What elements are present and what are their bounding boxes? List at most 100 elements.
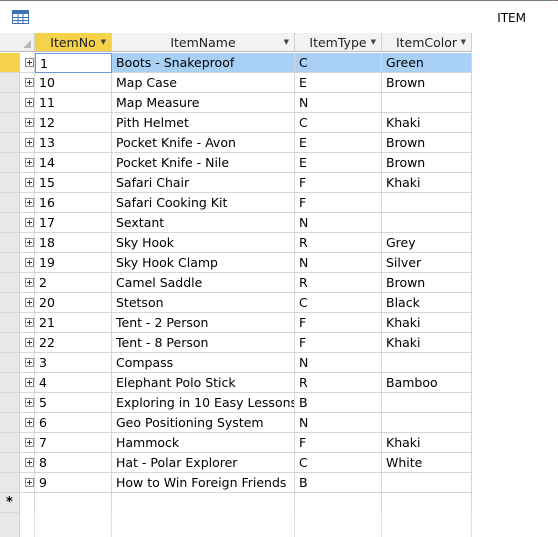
expand-plus-icon[interactable] xyxy=(25,118,34,127)
table-row[interactable]: 5 Exploring in 10 Easy Lessons B xyxy=(0,393,558,413)
cell-itemtype[interactable]: C xyxy=(295,293,382,313)
cell-itemno[interactable]: 12 xyxy=(35,113,112,133)
cell-itemcolor[interactable]: Silver xyxy=(382,253,472,273)
record-selector[interactable] xyxy=(0,233,20,253)
cell-itemcolor[interactable]: Khaki xyxy=(382,113,472,133)
record-selector[interactable] xyxy=(0,333,20,353)
cell-itemcolor[interactable]: Khaki xyxy=(382,173,472,193)
cell-itemcolor[interactable]: Bamboo xyxy=(382,373,472,393)
cell-itemtype[interactable]: B xyxy=(295,473,382,493)
expand-plus-icon[interactable] xyxy=(25,258,34,267)
record-selector[interactable] xyxy=(0,413,20,433)
cell-itemcolor[interactable]: White xyxy=(382,453,472,473)
expand-plus-icon[interactable] xyxy=(25,338,34,347)
expand-plus-icon[interactable] xyxy=(25,58,34,67)
expand-plus-icon[interactable] xyxy=(25,198,34,207)
cell-itemname[interactable]: Sky Hook xyxy=(112,233,295,253)
cell-itemno[interactable]: 22 xyxy=(35,333,112,353)
chevron-down-icon[interactable]: ▼ xyxy=(371,33,376,52)
cell-itemcolor[interactable]: Khaki xyxy=(382,433,472,453)
record-selector[interactable] xyxy=(0,473,20,493)
expand-plus-icon[interactable] xyxy=(25,318,34,327)
cell-itemcolor[interactable]: Black xyxy=(382,293,472,313)
cell-itemcolor[interactable] xyxy=(382,193,472,213)
cell-itemno[interactable]: 1 xyxy=(35,53,112,73)
column-header-itemtype[interactable]: ItemType ▼ xyxy=(295,33,382,52)
table-row[interactable]: 4 Elephant Polo Stick R Bamboo xyxy=(0,373,558,393)
cell-itemno[interactable]: 16 xyxy=(35,193,112,213)
cell-itemname[interactable]: Pocket Knife - Avon xyxy=(112,133,295,153)
cell-itemtype[interactable]: C xyxy=(295,53,382,73)
cell-itemtype[interactable]: R xyxy=(295,373,382,393)
cell-itemname[interactable]: Pith Helmet xyxy=(112,113,295,133)
cell-itemtype[interactable]: C xyxy=(295,113,382,133)
cell-itemtype[interactable]: R xyxy=(295,233,382,253)
table-row[interactable]: 14 Pocket Knife - Nile E Brown xyxy=(0,153,558,173)
cell-itemtype[interactable]: N xyxy=(295,213,382,233)
table-row[interactable]: 15 Safari Chair F Khaki xyxy=(0,173,558,193)
cell-itemname[interactable]: Pocket Knife - Nile xyxy=(112,153,295,173)
expand-plus-icon[interactable] xyxy=(25,218,34,227)
cell-itemtype[interactable]: B xyxy=(295,393,382,413)
expand-plus-icon[interactable] xyxy=(25,298,34,307)
new-record-cell[interactable] xyxy=(112,493,295,513)
expand-plus-icon[interactable] xyxy=(25,398,34,407)
table-row[interactable]: 2 Camel Saddle R Brown xyxy=(0,273,558,293)
expand-plus-icon[interactable] xyxy=(25,378,34,387)
expand-plus-icon[interactable] xyxy=(25,438,34,447)
chevron-down-icon[interactable]: ▼ xyxy=(101,33,106,52)
column-header-itemno[interactable]: ItemNo ▼ xyxy=(35,33,112,52)
record-selector[interactable] xyxy=(0,293,20,313)
expand-plus-icon[interactable] xyxy=(25,278,34,287)
table-row[interactable]: 21 Tent - 2 Person F Khaki xyxy=(0,313,558,333)
cell-itemname[interactable]: Boots - Snakeproof xyxy=(112,53,295,73)
cell-itemname[interactable]: Safari Cooking Kit xyxy=(112,193,295,213)
cell-itemcolor[interactable] xyxy=(382,413,472,433)
cell-itemno[interactable]: 2 xyxy=(35,273,112,293)
cell-itemcolor[interactable]: Green xyxy=(382,53,472,73)
cell-itemcolor[interactable] xyxy=(382,473,472,493)
table-row[interactable]: 13 Pocket Knife - Avon E Brown xyxy=(0,133,558,153)
record-selector[interactable] xyxy=(0,193,20,213)
expand-plus-icon[interactable] xyxy=(25,158,34,167)
record-selector[interactable] xyxy=(0,213,20,233)
column-header-itemcolor[interactable]: ItemColor ▼ xyxy=(382,33,472,52)
cell-itemname[interactable]: Sextant xyxy=(112,213,295,233)
new-record-cell[interactable] xyxy=(382,493,472,513)
cell-itemname[interactable]: Compass xyxy=(112,353,295,373)
cell-itemno[interactable]: 11 xyxy=(35,93,112,113)
table-row[interactable]: 8 Hat - Polar Explorer C White xyxy=(0,453,558,473)
cell-itemtype[interactable]: F xyxy=(295,333,382,353)
cell-itemcolor[interactable]: Brown xyxy=(382,153,472,173)
table-row[interactable]: 17 Sextant N xyxy=(0,213,558,233)
expand-plus-icon[interactable] xyxy=(25,458,34,467)
cell-itemtype[interactable]: F xyxy=(295,433,382,453)
cell-itemtype[interactable]: F xyxy=(295,313,382,333)
cell-itemname[interactable]: Geo Positioning System xyxy=(112,413,295,433)
cell-itemname[interactable]: Hammock xyxy=(112,433,295,453)
record-selector[interactable] xyxy=(0,93,20,113)
expand-plus-icon[interactable] xyxy=(25,138,34,147)
cell-itemno[interactable]: 17 xyxy=(35,213,112,233)
cell-itemname[interactable]: How to Win Foreign Friends xyxy=(112,473,295,493)
expand-plus-icon[interactable] xyxy=(25,238,34,247)
record-selector[interactable] xyxy=(0,433,20,453)
cell-itemcolor[interactable] xyxy=(382,393,472,413)
record-selector[interactable] xyxy=(0,113,20,133)
cell-itemtype[interactable]: E xyxy=(295,133,382,153)
record-selector[interactable] xyxy=(0,393,20,413)
new-record-cell[interactable] xyxy=(35,493,112,513)
table-row[interactable]: 19 Sky Hook Clamp N Silver xyxy=(0,253,558,273)
table-row[interactable]: 12 Pith Helmet C Khaki xyxy=(0,113,558,133)
cell-itemtype[interactable]: R xyxy=(295,273,382,293)
new-record-cell[interactable] xyxy=(295,493,382,513)
cell-itemcolor[interactable] xyxy=(382,213,472,233)
expand-plus-icon[interactable] xyxy=(25,358,34,367)
cell-itemno[interactable]: 18 xyxy=(35,233,112,253)
cell-itemcolor[interactable] xyxy=(382,353,472,373)
table-row[interactable]: 7 Hammock F Khaki xyxy=(0,433,558,453)
cell-itemno[interactable]: 9 xyxy=(35,473,112,493)
cell-itemcolor[interactable]: Brown xyxy=(382,73,472,93)
cell-itemtype[interactable]: F xyxy=(295,193,382,213)
cell-itemno[interactable]: 10 xyxy=(35,73,112,93)
